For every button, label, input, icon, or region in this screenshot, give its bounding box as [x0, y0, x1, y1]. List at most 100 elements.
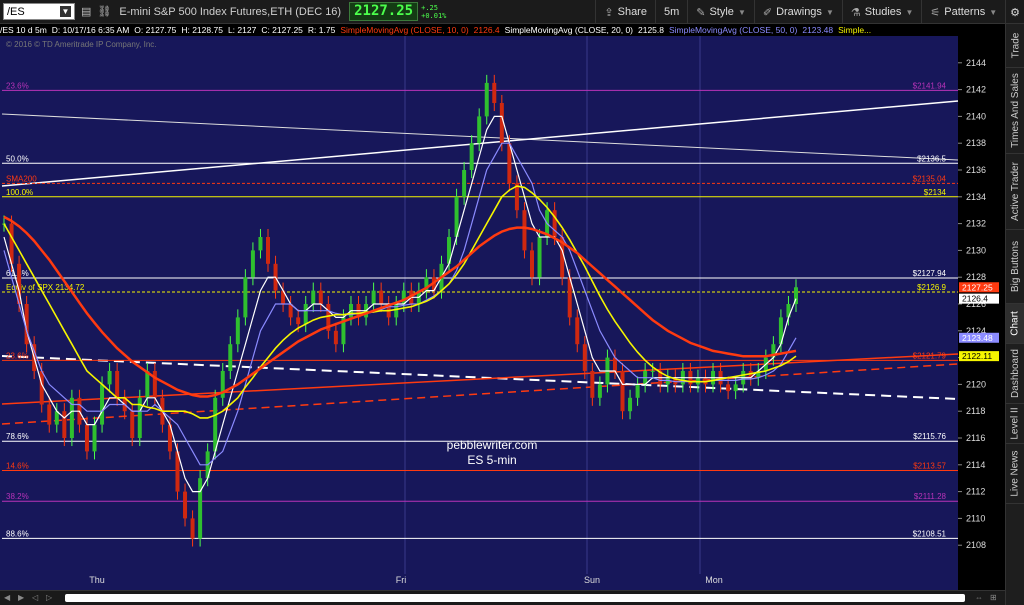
change-percent: +0.01% [421, 11, 447, 20]
studies-button[interactable]: ⚗ Studies ▼ [841, 0, 922, 24]
level-left-label: 38.2% [6, 492, 29, 501]
candle-body [620, 371, 625, 412]
candle-body [213, 397, 218, 452]
share-button[interactable]: ⇪ Share [595, 0, 655, 24]
rail-tab-times-and-sales[interactable]: Times And Sales [1006, 68, 1024, 154]
patterns-button[interactable]: ⚟ Patterns ▼ [921, 0, 1005, 24]
x-tick-label: Sun [584, 575, 600, 585]
rail-tab-trade[interactable]: Trade [1006, 24, 1024, 68]
level-left-label: 78.6% [6, 432, 29, 441]
chevron-down-icon: ▼ [825, 7, 834, 17]
candle-body [575, 317, 580, 345]
info-range: R: 1.75 [307, 25, 336, 35]
timeframe-button[interactable]: 5m [654, 0, 687, 24]
rail-tab-chart[interactable]: Chart [1006, 304, 1024, 344]
fit-icon[interactable]: ⊞ [990, 593, 997, 602]
y-tick-label: 2118 [966, 406, 985, 416]
level-left-label: 100.0% [6, 188, 33, 197]
flask-icon: ⚗ [850, 6, 861, 19]
rail-tab-live-news[interactable]: Live News [1006, 444, 1024, 504]
y-tick-label: 2112 [966, 487, 985, 497]
y-tick-label: 2108 [966, 540, 986, 550]
candle-body [190, 518, 195, 539]
symbol-selector[interactable]: /ES ▼ [3, 3, 75, 20]
y-tick-label: 2134 [966, 192, 986, 202]
settings-button[interactable]: ⚙ [1005, 0, 1024, 24]
info-low: L: 2127 [227, 25, 257, 35]
level-right-label: $2115.76 [913, 432, 946, 441]
candle-body [379, 290, 384, 304]
rail-tab-dashboard[interactable]: Dashboard [1006, 344, 1024, 404]
candle-body [243, 277, 248, 318]
rail-tab-active-trader[interactable]: Active Trader [1006, 154, 1024, 230]
candle-body [198, 478, 203, 539]
candle-body [145, 371, 150, 398]
candle-body [726, 384, 731, 392]
candle-body [635, 384, 640, 398]
candle-body [47, 404, 52, 425]
candle-body [235, 317, 240, 345]
chart-area[interactable]: 2144 2142 2140 2138 2136 2134 2132 2130 2128 2126… [0, 24, 1005, 605]
price-change: +.25 +0.01% [421, 4, 446, 20]
price-chart[interactable]: 2144 2142 2140 2138 2136 2134 2132 2130 2128 2126… [0, 24, 1005, 590]
patterns-icon: ⚟ [930, 6, 941, 19]
candle-body [115, 371, 120, 398]
zoom-in-icon[interactable]: ▶ [18, 593, 24, 602]
share-label: Share [617, 6, 647, 18]
patterns-label: Patterns [944, 6, 986, 18]
rail-tab-big-buttons[interactable]: Big Buttons [1006, 230, 1024, 304]
candle-body [258, 237, 263, 251]
level-right-label: $2113.57 [913, 462, 946, 471]
candle-body [250, 250, 255, 278]
candle-body [311, 290, 316, 304]
zoom-out-icon[interactable]: ◀ [4, 593, 10, 602]
candle-body [537, 237, 542, 278]
price-flag-label: 2122.11 [962, 351, 992, 361]
candle-body [84, 424, 89, 452]
pan-right-icon[interactable]: ▷ [46, 593, 52, 602]
rail-tab-level-ii[interactable]: Level II [1006, 404, 1024, 444]
expand-icon[interactable]: ⇔ [975, 593, 983, 602]
share-icon: ⇪ [604, 6, 614, 19]
horizontal-scrollbar[interactable]: ◀ ▶ ◁ ▷ ⇔ ⊞ [0, 590, 1005, 605]
level-left-label: 50.0% [6, 154, 29, 163]
top-toolbar: /ES ▼ ▤ ⛓ E-mini S&P 500 Index Futures,E… [0, 0, 1024, 24]
y-tick-label: 2132 [966, 219, 986, 229]
info-open: O: 2127.75 [134, 25, 177, 35]
y-tick-label: 2116 [966, 433, 985, 443]
price-flag-label: 2127.25 [962, 282, 993, 292]
drawings-label: Drawings [776, 6, 822, 18]
y-tick-label: 2138 [966, 138, 986, 148]
info-symbol: /ES 10 d 5m [0, 25, 47, 35]
price-flag-label: 2126.4 [962, 294, 988, 304]
y-tick-label: 2142 [966, 85, 986, 95]
candle-body [590, 371, 595, 398]
candle-body [183, 491, 188, 519]
brush-icon: ✎ [696, 6, 706, 19]
candle-body [266, 237, 270, 264]
candle-body [484, 82, 489, 117]
level-right-label: $2126.9 [917, 283, 946, 292]
candle-body [477, 116, 482, 144]
level-left-label: 23.6% [6, 351, 29, 360]
toolbar-actions: ⇪ Share 5m ✎ Style ▼ ✐ Drawings ▼ ⚗ Studies ▼ ⚟… [595, 0, 1024, 24]
style-button[interactable]: ✎ Style ▼ [687, 0, 754, 24]
layout-icon[interactable]: ▤ [81, 5, 91, 18]
chevron-down-icon[interactable]: ▼ [60, 6, 71, 17]
level-right-label: $2134 [924, 188, 947, 197]
y-tick-label: 2130 [966, 245, 986, 255]
timeframe-label: 5m [663, 6, 680, 18]
drawings-button[interactable]: ✐ Drawings ▼ [753, 0, 842, 24]
level-right-label: $2135.04 [913, 174, 947, 183]
candle-body [628, 397, 633, 412]
level-left-label: SMA200 [6, 174, 37, 183]
link-icon[interactable]: ⛓ [97, 5, 111, 18]
y-tick-label: 2114 [966, 460, 985, 470]
y-tick-label: 2110 [966, 513, 985, 523]
scroll-thumb[interactable] [65, 594, 965, 602]
y-tick-label: 2120 [966, 379, 986, 389]
right-rail: Trade Times And Sales Active Trader Big … [1005, 24, 1024, 605]
sma50-value: 2123.48 [802, 25, 834, 35]
pan-left-icon[interactable]: ◁ [32, 593, 38, 602]
level-left-label: 23.6% [6, 81, 29, 90]
